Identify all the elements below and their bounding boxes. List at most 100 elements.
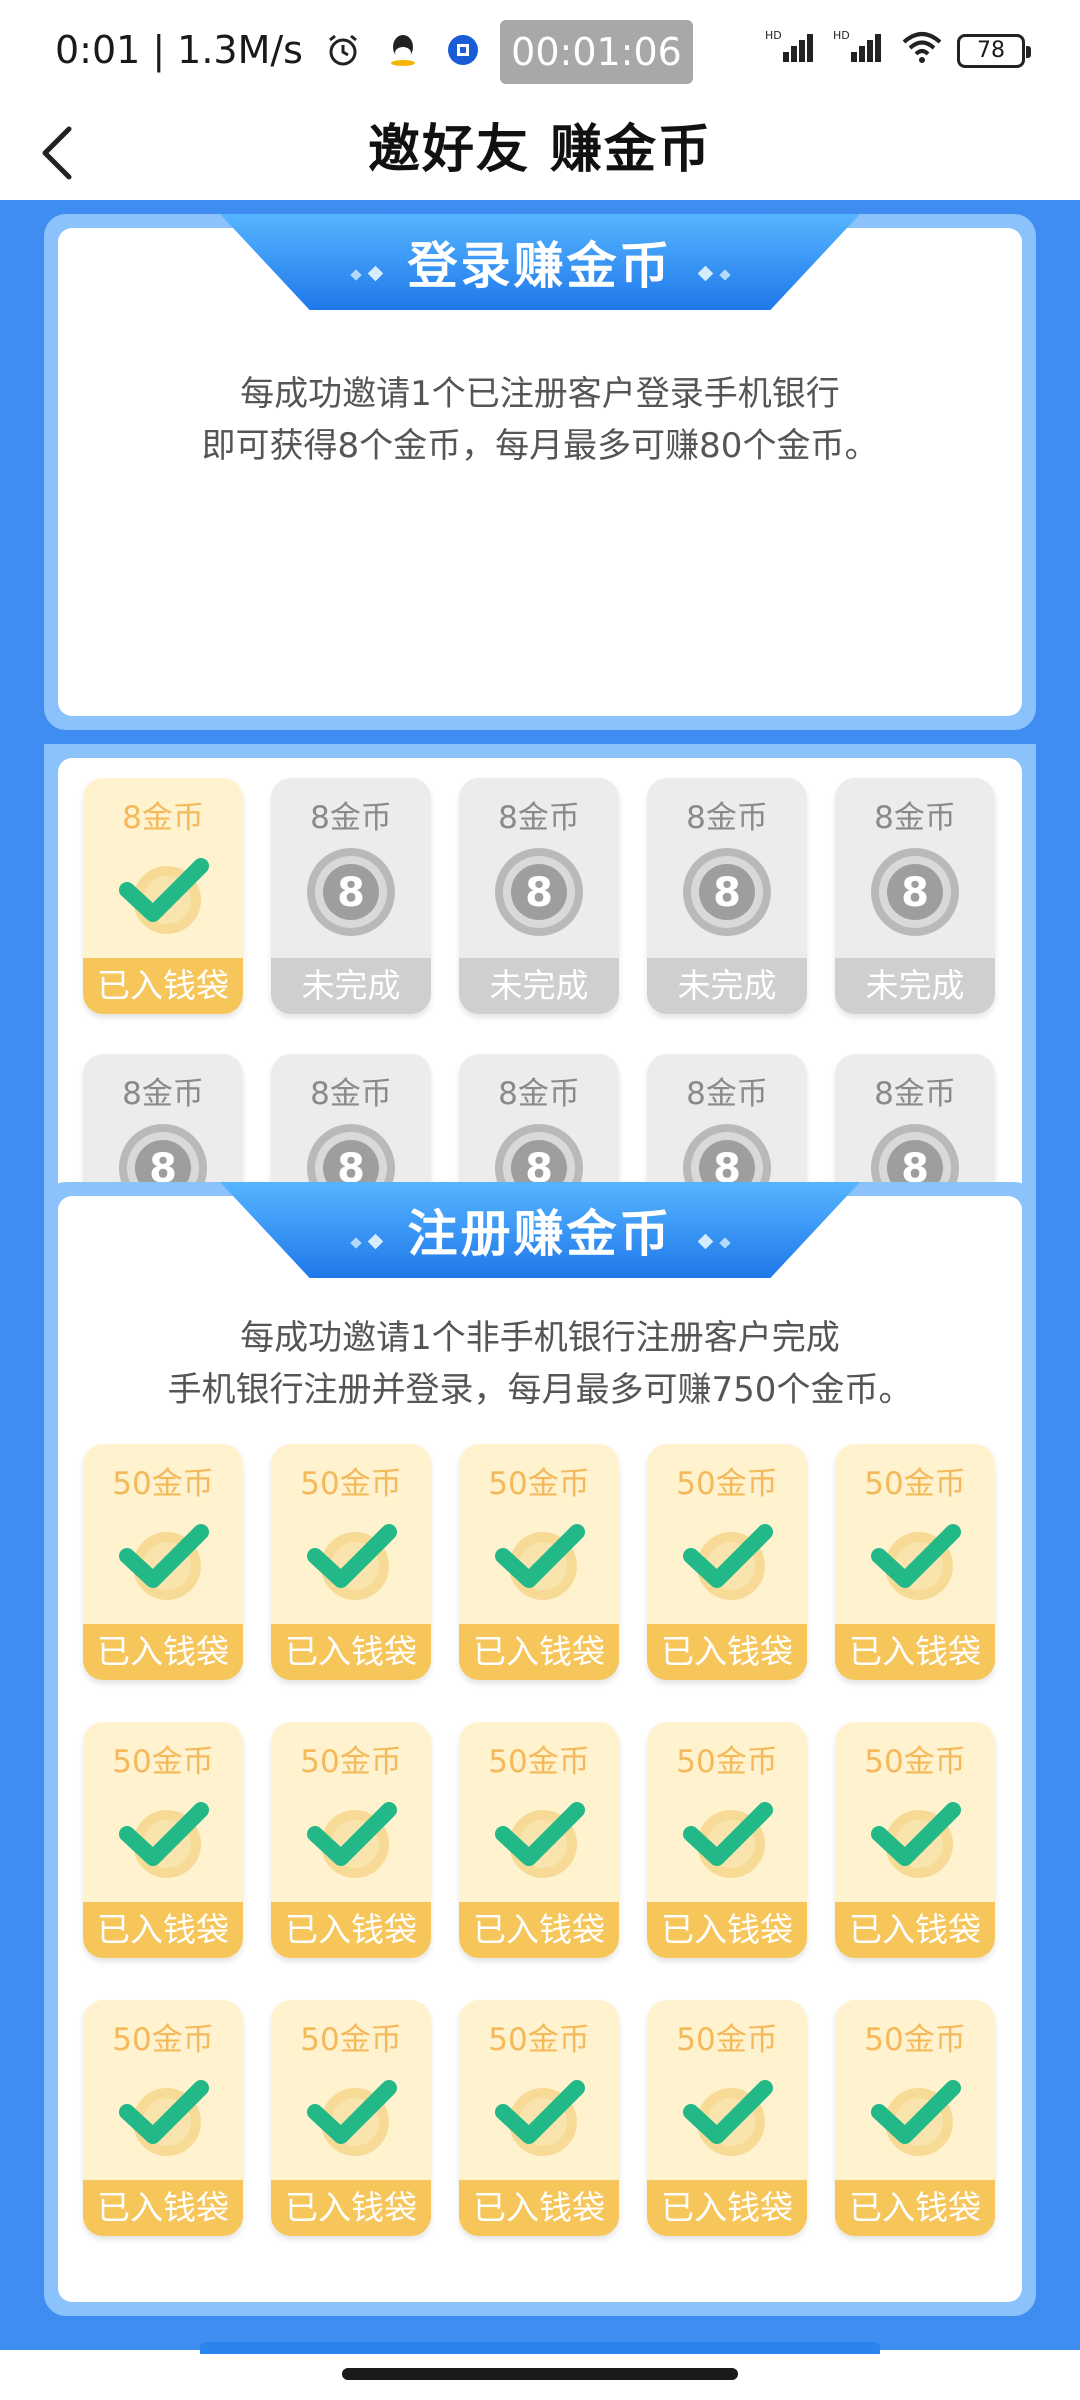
login-section-title: 登录赚金币: [407, 237, 673, 295]
reward-amount-label: 50金币: [676, 1744, 778, 1780]
screen-record-timer: 00:01:06: [500, 20, 693, 84]
reward-status: 未完成: [835, 958, 995, 1014]
reward-amount-label: 50金币: [488, 2022, 590, 2058]
reward-status: 已入钱袋: [647, 1624, 807, 1680]
reward-status: 已入钱袋: [83, 1902, 243, 1958]
check-coin-icon: [681, 2068, 773, 2160]
svg-text:8: 8: [901, 870, 929, 916]
reward-status: 已入钱袋: [459, 1624, 619, 1680]
reward-amount-label: 50金币: [112, 2022, 214, 2058]
reward-amount-label: 8金币: [874, 1076, 956, 1112]
login-reward-tile[interactable]: 8金币 8 未完成: [271, 778, 431, 1014]
content-area: 登录赚金币 每成功邀请1个已注册客户登录手机银行 即可获得8个金币，每月最多可赚…: [0, 200, 1080, 2350]
reward-status: 未完成: [271, 958, 431, 1014]
reward-amount-label: 50金币: [676, 2022, 778, 2058]
register-reward-tile[interactable]: 50金币 已入钱袋: [459, 1722, 619, 1958]
register-section-title: 注册赚金币: [407, 1205, 673, 1263]
register-reward-tile[interactable]: 50金币已入钱袋: [83, 1444, 243, 1680]
reward-amount-label: 50金币: [300, 2022, 402, 2058]
register-reward-tile[interactable]: 50金币已入钱袋: [459, 1444, 619, 1680]
register-reward-tile[interactable]: 50金币已入钱袋: [271, 1444, 431, 1680]
check-coin-icon: [117, 2068, 209, 2160]
banner-decoration-left: [347, 1201, 386, 1259]
coin-icon: 8: [493, 846, 585, 938]
check-coin-icon: [117, 846, 209, 938]
login-reward-tile[interactable]: 8金币 8 未完成: [647, 778, 807, 1014]
reward-amount-label: 50金币: [864, 2022, 966, 2058]
reward-status: 已入钱袋: [835, 1624, 995, 1680]
wifi-icon: [901, 29, 943, 73]
login-reward-tile[interactable]: 8金币 8 未完成: [835, 778, 995, 1014]
reward-amount-label: 50金币: [676, 1466, 778, 1502]
register-section-banner: 注册赚金币: [220, 1182, 860, 1278]
check-coin-icon: [869, 1790, 961, 1882]
register-section-card: 注册赚金币 每成功邀请1个非手机银行注册客户完成 手机银行注册并登录，每月最多可…: [58, 1182, 1022, 2302]
register-reward-tile[interactable]: 50金币已入钱袋: [835, 1722, 995, 1958]
reward-status: 已入钱袋: [83, 1624, 243, 1680]
signal-hd-icon: HD: [833, 28, 887, 73]
reward-amount-label: 50金币: [488, 1466, 590, 1502]
login-section-card: 登录赚金币 每成功邀请1个已注册客户登录手机银行 即可获得8个金币，每月最多可赚…: [58, 214, 1022, 716]
network-speed: 1.3M/s: [177, 28, 303, 72]
login-reward-tile[interactable]: 8金币已入钱袋: [83, 778, 243, 1014]
banner-decoration-left: [347, 233, 386, 291]
reward-amount-label: 8金币: [686, 800, 768, 836]
login-section-panel: 登录赚金币 每成功邀请1个已注册客户登录手机银行 即可获得8个金币，每月最多可赚…: [44, 214, 1036, 730]
reward-amount-label: 50金币: [300, 1466, 402, 1502]
check-coin-icon: [681, 1512, 773, 1604]
check-coin-icon: [305, 2068, 397, 2160]
reward-status: 已入钱袋: [835, 1902, 995, 1958]
check-coin-icon: [869, 1512, 961, 1604]
register-reward-tile[interactable]: 50金币已入钱袋: [271, 1722, 431, 1958]
battery-icon: 78: [957, 33, 1031, 68]
register-reward-tile[interactable]: 50金币已入钱袋: [835, 2000, 995, 2236]
reward-status: 未完成: [647, 958, 807, 1014]
desc-line: 每成功邀请1个非手机银行注册客户完成: [240, 1318, 840, 1358]
login-section-banner: 登录赚金币: [220, 214, 860, 310]
ccb-icon: [443, 30, 483, 70]
gesture-bar[interactable]: [342, 2368, 738, 2380]
reward-amount-label: 50金币: [864, 1466, 966, 1502]
signal-hd-icon: HD: [765, 28, 819, 73]
reward-amount-label: 50金币: [864, 1744, 966, 1780]
svg-text:8: 8: [713, 870, 741, 916]
register-tiles-grid: 50金币 已入钱袋 50金币 已入钱袋 50金币 已入钱袋 50金币 已入钱袋 50金币 已入钱袋…: [83, 1444, 995, 2236]
register-reward-tile[interactable]: 50金币 已入钱袋: [647, 2000, 807, 2236]
check-coin-icon: [493, 2068, 585, 2160]
check-coin-icon: [493, 1512, 585, 1604]
register-section-panel: 注册赚金币 每成功邀请1个非手机银行注册客户完成 手机银行注册并登录，每月最多可…: [44, 1182, 1036, 2316]
reward-status: 已入钱袋: [835, 2180, 995, 2236]
check-coin-icon: [681, 1790, 773, 1882]
reward-status: 已入钱袋: [459, 2180, 619, 2236]
register-reward-tile[interactable]: 50金币已入钱袋: [271, 2000, 431, 2236]
svg-text:8: 8: [525, 870, 553, 916]
reward-amount-label: 8金币: [498, 1076, 580, 1112]
svg-text:8: 8: [337, 870, 365, 916]
coin-icon: 8: [305, 846, 397, 938]
reward-status: 已入钱袋: [271, 2180, 431, 2236]
reward-status: 已入钱袋: [83, 958, 243, 1014]
reward-status: 已入钱袋: [271, 1624, 431, 1680]
reward-amount-label: 8金币: [122, 800, 204, 836]
alarm-icon: [323, 30, 363, 70]
battery-level: 78: [977, 38, 1005, 63]
coin-icon: 8: [681, 846, 773, 938]
login-reward-tile[interactable]: 8金币 8 未完成: [459, 778, 619, 1014]
reward-status: 已入钱袋: [271, 1902, 431, 1958]
reward-status: 未完成: [459, 958, 619, 1014]
register-reward-tile[interactable]: 50金币 已入钱袋: [647, 1722, 807, 1958]
reward-amount-label: 8金币: [122, 1076, 204, 1112]
reward-status: 已入钱袋: [83, 2180, 243, 2236]
register-reward-tile[interactable]: 50金币已入钱袋: [459, 2000, 619, 2236]
reward-amount-label: 50金币: [300, 1744, 402, 1780]
qq-icon: [383, 30, 423, 70]
check-coin-icon: [305, 1512, 397, 1604]
reward-amount-label: 50金币: [112, 1466, 214, 1502]
register-reward-tile[interactable]: 50金币已入钱袋: [835, 1444, 995, 1680]
reward-amount-label: 8金币: [874, 800, 956, 836]
reward-amount-label: 8金币: [686, 1076, 768, 1112]
reward-amount-label: 50金币: [112, 1744, 214, 1780]
register-reward-tile[interactable]: 50金币已入钱袋: [83, 1722, 243, 1958]
register-reward-tile[interactable]: 50金币已入钱袋: [83, 2000, 243, 2236]
register-reward-tile[interactable]: 50金币已入钱袋: [647, 1444, 807, 1680]
